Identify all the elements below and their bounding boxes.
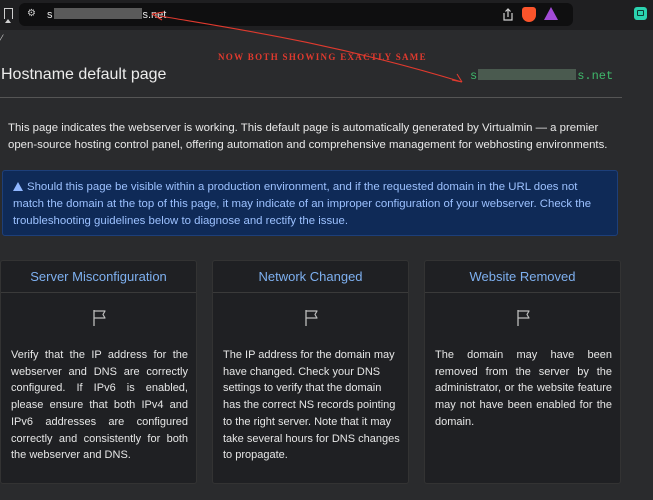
alert-message: Should this page be visible within a pro…	[13, 181, 592, 227]
card-header: Website Removed	[425, 261, 620, 293]
card-server-misconfiguration: Server Misconfiguration Verify that the …	[0, 260, 197, 484]
card-header: Server Misconfiguration	[1, 261, 196, 293]
card-body: Verify that the IP address for the webse…	[11, 349, 188, 462]
brave-rewards-icon[interactable]	[544, 7, 558, 20]
url-text[interactable]: s s.net	[47, 8, 166, 21]
card-title: Website Removed	[469, 269, 576, 284]
hostname-prefix: s	[470, 69, 478, 83]
hostname-redaction	[478, 69, 577, 80]
address-bar[interactable]: ⚙ s s.net	[19, 3, 573, 26]
url-prefix: s	[47, 9, 53, 21]
card-body: The IP address for the domain may have c…	[223, 349, 400, 462]
card-website-removed: Website Removed The domain may have been…	[424, 260, 621, 484]
brave-shields-icon[interactable]	[522, 7, 536, 22]
card-title: Network Changed	[258, 269, 363, 284]
annotation-arrow-head-right	[451, 73, 463, 83]
annotation-text: NOW BOTH SHOWING EXACTLY SAME	[218, 52, 427, 62]
page-title: Hostname default page	[1, 66, 167, 83]
header-divider	[0, 97, 622, 98]
intro-paragraph: This page indicates the webserver is wor…	[8, 122, 608, 151]
card-title: Server Misconfiguration	[30, 269, 167, 284]
url-suffix: s.net	[142, 9, 167, 21]
warning-alert: Should this page be visible within a pro…	[2, 170, 618, 236]
flag-icon	[305, 310, 318, 326]
flag-icon	[93, 310, 106, 326]
extension-icon[interactable]	[634, 7, 647, 20]
card-network-changed: Network Changed The IP address for the d…	[212, 260, 409, 484]
corner-mark: ⁄	[1, 33, 3, 43]
flag-icon	[517, 310, 530, 326]
hostname-display: s s.net	[470, 69, 613, 83]
warning-icon	[13, 182, 23, 191]
card-body: The domain may have been removed from th…	[435, 349, 612, 428]
site-settings-icon[interactable]: ⚙	[27, 9, 39, 19]
browser-toolbar: ⚙ s s.net	[0, 0, 653, 30]
url-redaction	[53, 8, 142, 19]
card-header: Network Changed	[213, 261, 408, 293]
bookmark-icon[interactable]	[4, 8, 13, 23]
alert-text: Should this page be visible within a pro…	[13, 179, 611, 230]
share-icon[interactable]	[502, 8, 514, 21]
hostname-suffix: s.net	[577, 69, 614, 83]
